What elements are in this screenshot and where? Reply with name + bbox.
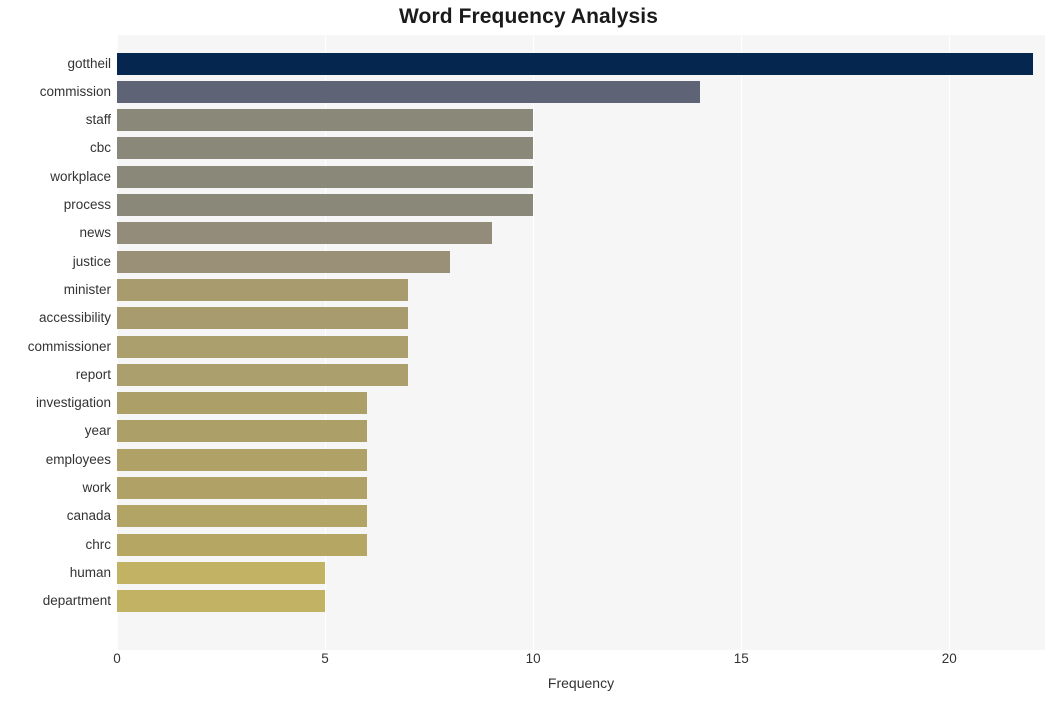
bar-year[interactable] [117,420,367,443]
bar-commissioner[interactable] [117,335,409,358]
bars-container [117,35,1045,650]
bar-staff[interactable] [117,109,534,132]
y-tick-label-canada: canada [66,508,111,524]
x-tick-label-0: 0 [113,651,121,666]
y-tick-label-report: report [75,366,111,382]
bar-workplace[interactable] [117,165,534,188]
word-frequency-bar-chart: Word Frequency Analysis gottheil commissi… [0,0,1057,701]
bar-news[interactable] [117,222,492,245]
y-tick-label-minister: minister [63,281,111,297]
bar-row [117,448,1045,471]
x-tick-label-10: 10 [525,651,541,666]
bar-row [117,392,1045,415]
bar-row [117,278,1045,301]
bar-row [117,477,1045,500]
bar-canada[interactable] [117,505,367,528]
plot-area [117,35,1045,650]
y-tick-label-workplace: workplace [50,168,111,184]
bar-row [117,561,1045,584]
chart-title: Word Frequency Analysis [398,5,659,28]
bar-process[interactable] [117,194,534,217]
bar-row [117,420,1045,443]
bar-row [117,52,1045,75]
y-tick-label-employees: employees [45,451,111,467]
bar-row [117,307,1045,330]
y-tick-label-department: department [42,593,111,609]
bar-department[interactable] [117,590,326,613]
bar-justice[interactable] [117,250,450,273]
x-axis-ticks: 0 5 10 15 20 [0,652,1057,674]
y-tick-label-commissioner: commissioner [27,338,111,354]
x-tick-label-15: 15 [733,651,749,666]
bar-row [117,137,1045,160]
y-tick-label-commission: commission [39,83,111,99]
y-tick-label-work: work [82,480,111,496]
bar-row [117,109,1045,132]
bar-commission[interactable] [117,80,700,103]
y-tick-label-cbc: cbc [89,140,111,156]
bar-row [117,222,1045,245]
bar-minister[interactable] [117,278,409,301]
bar-row [117,363,1045,386]
bar-row [117,505,1045,528]
y-tick-label-accessibility: accessibility [38,310,111,326]
y-tick-label-human: human [69,564,111,580]
bar-row [117,590,1045,613]
y-tick-label-investigation: investigation [35,395,111,411]
bar-accessibility[interactable] [117,307,409,330]
y-tick-label-staff: staff [85,112,111,128]
bar-row [117,194,1045,217]
bar-work[interactable] [117,477,367,500]
bar-report[interactable] [117,363,409,386]
y-tick-label-gottheil: gottheil [67,55,111,71]
bar-human[interactable] [117,561,326,584]
bar-cbc[interactable] [117,137,534,160]
bar-chrc[interactable] [117,533,367,556]
x-tick-label-5: 5 [321,651,329,666]
y-axis: gottheil commission staff cbc workplace proce… [0,35,111,650]
x-tick-label-20: 20 [941,651,957,666]
bar-row [117,165,1045,188]
bar-employees[interactable] [117,448,367,471]
x-axis-title: Frequency [547,675,615,691]
bar-row [117,335,1045,358]
bar-gottheil[interactable] [117,52,1033,75]
y-tick-label-justice: justice [72,253,111,269]
bar-row [117,533,1045,556]
y-tick-label-year: year [84,423,111,439]
y-tick-label-news: news [79,225,111,241]
y-tick-label-process: process [63,197,111,213]
bar-row [117,250,1045,273]
bar-investigation[interactable] [117,392,367,415]
y-tick-label-chrc: chrc [85,536,111,552]
bar-row [117,80,1045,103]
